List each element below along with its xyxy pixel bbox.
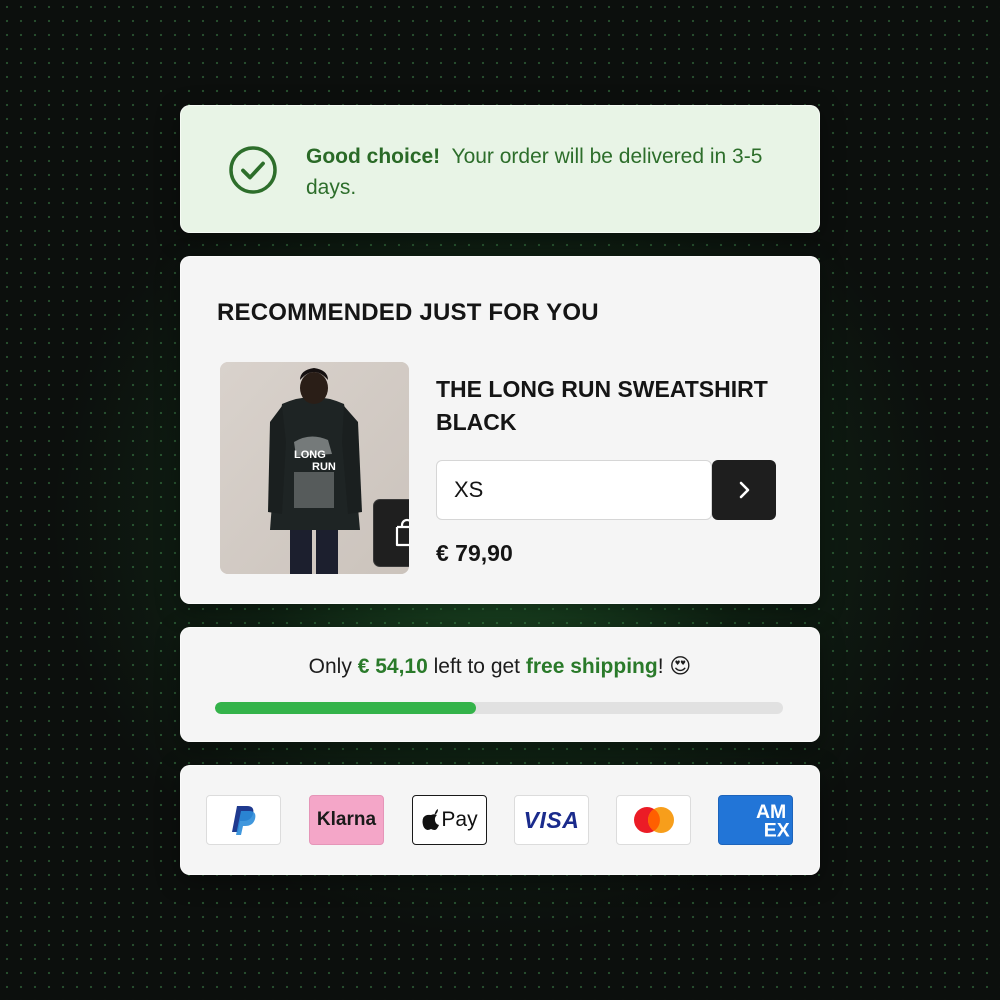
mastercard-logo <box>616 795 691 845</box>
shipping-highlight: free shipping <box>525 655 658 678</box>
svg-text:EX: EX <box>764 820 790 842</box>
delivery-message: Good choice! Your order will be delivere… <box>306 141 786 203</box>
heart-eyes-emoji-icon: 😍 <box>669 655 692 678</box>
order-confirmation-banner: Good choice! Your order will be delivere… <box>180 105 820 233</box>
free-shipping-message: Only € 54,10 left to get free shipping! … <box>180 654 820 679</box>
product-name[interactable]: THE LONG RUN SWEATSHIRT BLACK <box>436 373 776 439</box>
klarna-logo: Klarna <box>309 795 384 845</box>
visa-logo: VISA <box>514 795 589 845</box>
add-to-bag-button[interactable] <box>373 499 409 567</box>
shipping-middle-text: left to get <box>433 655 521 678</box>
chevron-right-icon <box>739 481 750 499</box>
shipping-suffix: ! <box>657 655 664 678</box>
check-circle-icon <box>229 146 277 194</box>
shipping-progress-bar <box>215 702 783 714</box>
product-image[interactable]: LONG RUN <box>220 362 409 574</box>
recommendation-card: RECOMMENDED JUST FOR YOU LONG RUN THE LO… <box>180 256 820 604</box>
shipping-remaining-amount: € 54,10 <box>357 655 428 678</box>
mastercard-icon <box>633 807 674 833</box>
add-to-bag-icon <box>395 518 409 547</box>
free-shipping-card: Only € 54,10 left to get free shipping! … <box>180 627 820 742</box>
size-next-button[interactable] <box>712 460 776 520</box>
shipping-prefix: Only <box>308 655 352 678</box>
payment-methods-card: Klarna Pay VISA AM EX <box>180 765 820 875</box>
amex-icon: AM EX <box>756 801 790 842</box>
size-select[interactable]: XS <box>436 460 712 520</box>
shipping-progress-fill <box>215 702 477 714</box>
paypal-logo <box>206 795 281 845</box>
section-title: RECOMMENDED JUST FOR YOU <box>217 299 599 326</box>
print-text-long: LONG <box>294 449 326 461</box>
paypal-icon <box>231 806 255 835</box>
apple-pay-logo: Pay <box>412 795 487 845</box>
apple-pay-label: Pay <box>441 808 478 831</box>
apple-icon <box>422 809 440 830</box>
print-text-run: RUN <box>312 461 336 473</box>
amex-logo: AM EX <box>718 795 793 845</box>
notice-headline: Good choice! <box>306 145 441 168</box>
product-price: € 79,90 <box>436 540 513 566</box>
